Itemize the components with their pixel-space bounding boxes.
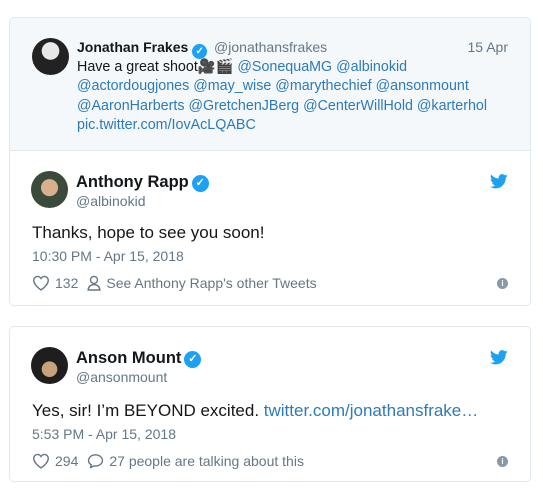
conversation-link[interactable]: 27 people are talking about this: [87, 453, 304, 469]
tweet-timestamp[interactable]: 5:53 PM - Apr 15, 2018: [32, 426, 176, 442]
quoted-tweet-header: Jonathan Frakes ✓ @jonathansfrakes: [77, 39, 327, 59]
avatar-anson-mount[interactable]: [31, 347, 68, 384]
heart-icon: [32, 275, 50, 291]
mention-links[interactable]: @AaronHarberts @GretchenJBerg @CenterWil…: [77, 97, 517, 116]
tweet-card-anthony-rapp[interactable]: Jonathan Frakes ✓ @jonathansfrakes 15 Ap…: [9, 17, 531, 306]
verified-badge-icon: ✓: [192, 44, 208, 59]
author-handle[interactable]: @ansonmount: [76, 368, 201, 386]
tweet-actions: 132 See Anthony Rapp's other Tweets: [32, 275, 317, 291]
tweet-text: Thanks, hope to see you soon!: [32, 223, 265, 242]
tweet-link[interactable]: twitter.com/jonathansfrake…: [264, 401, 478, 420]
other-tweets-label: See Anthony Rapp's other Tweets: [106, 275, 317, 291]
like-button[interactable]: 294: [32, 453, 78, 469]
tweet-actions: 294 27 people are talking about this: [32, 453, 304, 469]
verified-badge-icon: ✓: [184, 351, 202, 368]
twitter-bird-icon[interactable]: [490, 350, 508, 365]
info-icon[interactable]: i: [497, 278, 508, 289]
quoted-author-name[interactable]: Jonathan Frakes: [77, 39, 188, 55]
tweet-card-anson-mount[interactable]: Anson Mount ✓ @ansonmount Yes, sir! I’m B…: [9, 326, 531, 482]
verified-badge-icon: ✓: [191, 175, 209, 192]
conversation-label: 27 people are talking about this: [109, 453, 304, 469]
info-icon[interactable]: i: [497, 456, 508, 467]
quoted-tweet-text: Have a great shoot🎥🎬 @SonequaMG @albinok…: [77, 58, 517, 135]
twitter-bird-icon[interactable]: [490, 174, 508, 189]
like-count: 294: [55, 453, 79, 469]
like-count: 132: [55, 275, 79, 291]
other-tweets-link[interactable]: See Anthony Rapp's other Tweets: [87, 275, 317, 291]
quoted-text-plain: Have a great shoot🎥🎬: [77, 59, 238, 75]
author-name[interactable]: Anthony Rapp: [76, 173, 189, 191]
pic-link[interactable]: pic.twitter.com/IovAcLQABC: [77, 116, 517, 135]
heart-icon: [32, 453, 50, 469]
author-name[interactable]: Anson Mount: [76, 349, 181, 367]
mention-links[interactable]: @actordougjones @may_wise @marythechief …: [77, 77, 517, 96]
tweet-author[interactable]: Anson Mount ✓ @ansonmount: [76, 348, 202, 386]
quoted-tweet-date[interactable]: 15 Apr: [468, 39, 508, 55]
author-handle[interactable]: @albinokid: [76, 192, 209, 210]
tweet-text-plain: Yes, sir! I’m BEYOND excited.: [32, 401, 264, 420]
quoted-tweet[interactable]: Jonathan Frakes ✓ @jonathansfrakes 15 Ap…: [10, 18, 530, 151]
tweet-text: Yes, sir! I’m BEYOND excited. twitter.co…: [32, 400, 478, 422]
tweet-timestamp[interactable]: 10:30 PM - Apr 15, 2018: [32, 248, 184, 264]
tweet-author[interactable]: Anthony Rapp ✓ @albinokid: [76, 172, 209, 210]
avatar-jonathan-frakes[interactable]: [32, 38, 69, 75]
comment-bubble-icon: [88, 454, 104, 469]
mention-links[interactable]: @SonequaMG @albinokid: [237, 59, 407, 75]
person-icon: [87, 275, 101, 291]
avatar-anthony-rapp[interactable]: [31, 171, 68, 208]
quoted-author-handle[interactable]: @jonathansfrakes: [214, 39, 327, 55]
like-button[interactable]: 132: [32, 275, 78, 291]
